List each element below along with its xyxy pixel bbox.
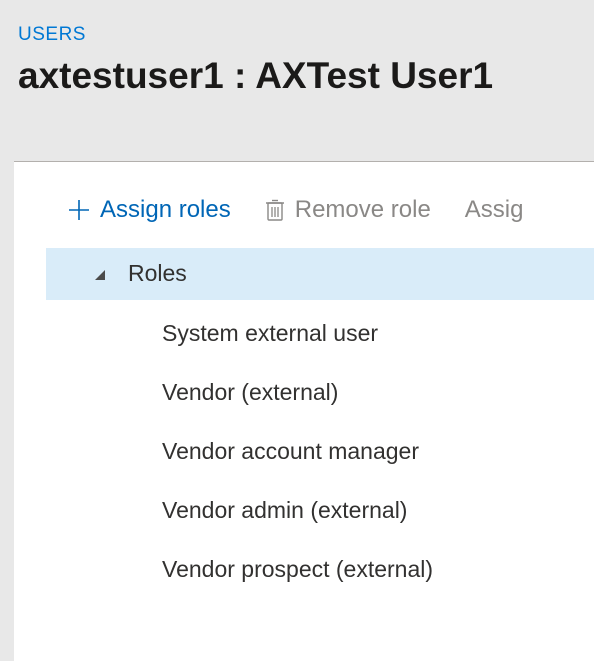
remove-role-button[interactable]: Remove role [265, 196, 431, 224]
collapse-icon [94, 260, 106, 287]
toolbar: Assign roles Remove role Assig [14, 162, 594, 248]
assign-orgs-label-truncated: Assig [465, 196, 524, 224]
remove-role-label: Remove role [295, 196, 431, 224]
roles-header-row[interactable]: Roles [46, 248, 594, 300]
role-item[interactable]: Vendor prospect (external) [46, 540, 594, 599]
page-header: USERS axtestuser1 : AXTest User1 [0, 0, 594, 107]
role-item[interactable]: Vendor admin (external) [46, 481, 594, 540]
plus-icon [68, 199, 90, 221]
page-title: axtestuser1 : AXTest User1 [18, 56, 576, 97]
role-list: System external user Vendor (external) V… [46, 300, 594, 599]
trash-icon [265, 198, 285, 222]
roles-header-label: Roles [128, 260, 187, 287]
role-item[interactable]: System external user [46, 304, 594, 363]
assign-orgs-button-truncated[interactable]: Assig [465, 196, 524, 224]
role-item[interactable]: Vendor account manager [46, 422, 594, 481]
roles-section: Roles System external user Vendor (exter… [14, 248, 594, 599]
breadcrumb-users[interactable]: USERS [18, 24, 576, 46]
assign-roles-button[interactable]: Assign roles [68, 196, 231, 224]
role-item[interactable]: Vendor (external) [46, 363, 594, 422]
roles-panel: Assign roles Remove role Assig Rol [14, 161, 594, 661]
assign-roles-label: Assign roles [100, 196, 231, 224]
